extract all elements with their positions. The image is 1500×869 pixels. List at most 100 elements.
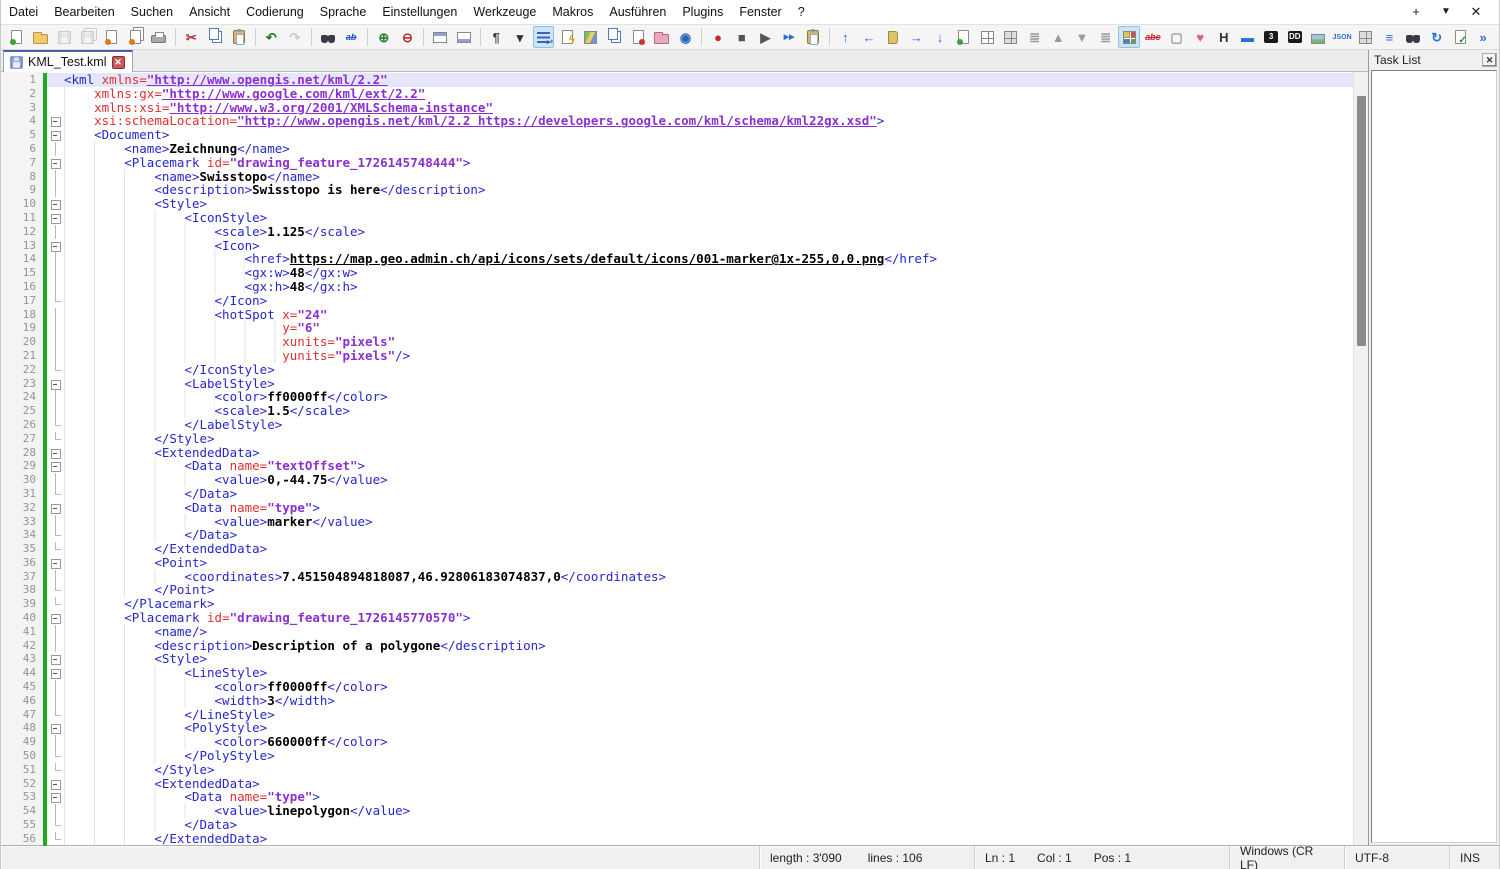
code-line[interactable]: </PolyStyle> <box>47 749 1353 763</box>
open-file-button[interactable] <box>30 26 52 48</box>
code-area[interactable]: <kml xmlns="http://www.opengis.net/kml/2… <box>47 72 1353 845</box>
code-line[interactable]: </LabelStyle> <box>47 418 1353 432</box>
panel-close-icon[interactable]: ✕ <box>1482 53 1497 67</box>
marker-blue-button[interactable]: ▬ <box>1237 26 1259 48</box>
code-line[interactable]: <value>linepolygon</value> <box>47 804 1353 818</box>
menu-ausfhren[interactable]: Ausführen <box>601 1 674 23</box>
undo-button[interactable]: ↶ <box>260 26 282 48</box>
fold-collapse-icon[interactable] <box>47 790 64 804</box>
fold-collapse-icon[interactable] <box>47 501 64 515</box>
fold-collapse-icon[interactable] <box>47 114 64 128</box>
code-line[interactable]: </LineStyle> <box>47 708 1353 722</box>
code-line[interactable]: <description>Swisstopo is here</descript… <box>47 183 1353 197</box>
spell-check-button[interactable]: abc <box>1142 26 1164 48</box>
code-line[interactable]: <LineStyle> <box>47 666 1353 680</box>
fold-uncollapse-button[interactable]: ▼ <box>1071 26 1093 48</box>
fold-collapse-icon[interactable] <box>47 239 64 253</box>
zoom-out-button[interactable]: ⊖ <box>397 26 419 48</box>
search-plugin-button[interactable] <box>1402 26 1424 48</box>
fold-collapse-icon[interactable] <box>47 556 64 570</box>
code-line[interactable]: </ExtendedData> <box>47 542 1353 556</box>
indent-guide-button[interactable] <box>556 26 578 48</box>
code-line[interactable]: </Point> <box>47 583 1353 597</box>
menu-datei[interactable]: Datei <box>1 1 46 23</box>
refresh-button[interactable]: ↻ <box>1426 26 1448 48</box>
collapse-bottom-button[interactable]: ≣ <box>1095 26 1117 48</box>
fold-collapse-icon[interactable] <box>47 721 64 735</box>
code-line[interactable]: </Icon> <box>47 294 1353 308</box>
menu-fenster[interactable]: Fenster <box>731 1 789 23</box>
code-line[interactable]: xsi:schemaLocation="http://www.opengis.n… <box>47 114 1353 128</box>
find-in-files-button[interactable]: ▢ <box>1166 26 1188 48</box>
code-line[interactable]: </Data> <box>47 528 1353 542</box>
new-tab-button[interactable]: + <box>1403 2 1429 22</box>
code-line[interactable]: <name/> <box>47 625 1353 639</box>
code-line[interactable]: </Data> <box>47 487 1353 501</box>
code-line[interactable]: <IconStyle> <box>47 211 1353 225</box>
menu-help[interactable]: ? <box>790 1 813 23</box>
converter-button[interactable] <box>1355 26 1377 48</box>
menu-suchen[interactable]: Suchen <box>123 1 181 23</box>
document-monitor-button[interactable]: ◉ <box>675 26 697 48</box>
image-tool-button[interactable] <box>1308 26 1330 48</box>
code-line[interactable]: <Data name="type"> <box>47 501 1353 515</box>
code-line[interactable]: <Placemark id="drawing_feature_172614577… <box>47 611 1353 625</box>
bookmark-button[interactable] <box>882 26 904 48</box>
menu-werkzeuge[interactable]: Werkzeuge <box>465 1 544 23</box>
macro-stop-button[interactable]: ■ <box>731 26 753 48</box>
sort-table-button[interactable] <box>1000 26 1022 48</box>
tab-list-button[interactable]: ▼ <box>1433 2 1459 22</box>
code-line[interactable]: <LabelStyle> <box>47 377 1353 391</box>
code-line[interactable]: <scale>1.125</scale> <box>47 225 1353 239</box>
plugin-dd-button[interactable]: DD <box>1284 26 1306 48</box>
scrollbar-thumb[interactable] <box>1357 96 1366 346</box>
code-line[interactable]: </IconStyle> <box>47 363 1353 377</box>
snippet-doc-button[interactable] <box>953 26 975 48</box>
nav-forward-button[interactable]: → <box>905 26 927 48</box>
code-line[interactable]: <gx:w>48</gx:w> <box>47 266 1353 280</box>
macro-run-multiple-button[interactable]: ▶▶ <box>778 26 800 48</box>
code-line[interactable]: <color>660000ff</color> <box>47 735 1353 749</box>
fold-collapse-icon[interactable] <box>47 666 64 680</box>
code-line[interactable]: xmlns:gx="http://www.google.com/kml/ext/… <box>47 87 1353 101</box>
code-line[interactable]: y="6" <box>47 321 1353 335</box>
code-line[interactable]: <name>Swisstopo</name> <box>47 170 1353 184</box>
menu-codierung[interactable]: Codierung <box>238 1 312 23</box>
function-list-button[interactable] <box>604 26 626 48</box>
code-line[interactable]: <hotSpot x="24" <box>47 308 1353 322</box>
code-line[interactable]: <color>ff0000ff</color> <box>47 680 1353 694</box>
fold-collapse-icon[interactable] <box>47 156 64 170</box>
code-line[interactable]: <Data name="textOffset"> <box>47 459 1353 473</box>
show-symbol-dropdown-button[interactable]: ▾ <box>509 26 531 48</box>
code-line[interactable]: <ExtendedData> <box>47 777 1353 791</box>
code-line[interactable]: <gx:h>48</gx:h> <box>47 280 1353 294</box>
code-line[interactable]: yunits="pixels"/> <box>47 349 1353 363</box>
code-line[interactable]: <description>Description of a polygone</… <box>47 639 1353 653</box>
color-grid-button[interactable] <box>1118 26 1140 48</box>
menu-einstellungen[interactable]: Einstellungen <box>374 1 465 23</box>
code-line[interactable]: </Placemark> <box>47 597 1353 611</box>
menu-bearbeiten[interactable]: Bearbeiten <box>46 1 122 23</box>
find-button[interactable] <box>317 26 339 48</box>
word-wrap-button[interactable] <box>533 26 555 48</box>
code-line[interactable]: <Style> <box>47 197 1353 211</box>
code-line[interactable]: <color>ff0000ff</color> <box>47 390 1353 404</box>
macro-save-button[interactable] <box>802 26 824 48</box>
toolbar-overflow-button[interactable]: » <box>1472 26 1494 48</box>
json-viewer-button[interactable]: JSON <box>1331 26 1353 48</box>
collapse-top-button[interactable]: ≣ <box>1024 26 1046 48</box>
code-line[interactable]: <Placemark id="drawing_feature_172614574… <box>47 156 1353 170</box>
close-document-button[interactable]: ✕ <box>1463 2 1489 22</box>
macro-play-button[interactable]: ▶ <box>755 26 777 48</box>
code-line[interactable]: xmlns:xsi="http://www.w3.org/2001/XMLSch… <box>47 101 1353 115</box>
fold-collapse-icon[interactable] <box>47 459 64 473</box>
fold-collapse-icon[interactable] <box>47 611 64 625</box>
sync-scroll-vertical-button[interactable] <box>429 26 451 48</box>
zoom-in-button[interactable]: ⊕ <box>373 26 395 48</box>
close-all-button[interactable] <box>124 26 146 48</box>
menu-plugins[interactable]: Plugins <box>674 1 731 23</box>
fold-collapse-icon[interactable] <box>47 197 64 211</box>
nav-back-button[interactable]: ← <box>858 26 880 48</box>
code-line[interactable]: </Data> <box>47 818 1353 832</box>
file-browser-button[interactable] <box>627 26 649 48</box>
